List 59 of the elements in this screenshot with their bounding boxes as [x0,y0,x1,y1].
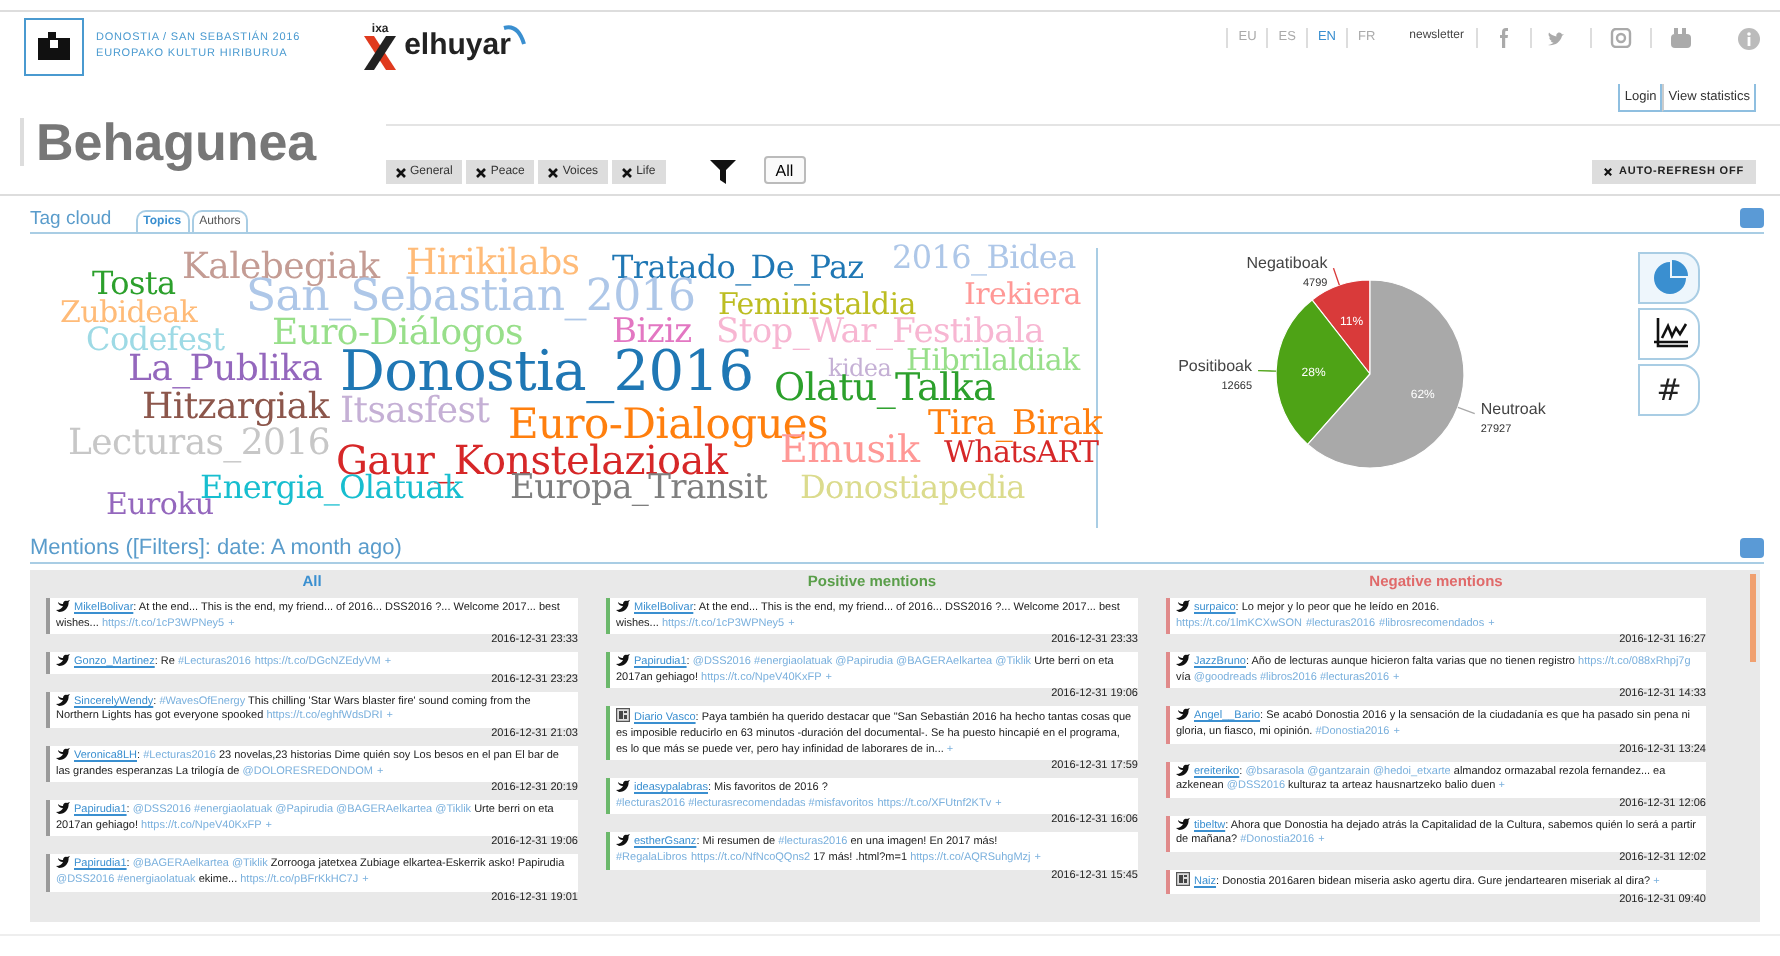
cloud-tag[interactable]: La_Publika [128,354,323,387]
chart-view-tab[interactable]: # [1638,364,1700,416]
line-chart-icon [1651,318,1687,350]
newspaper-icon [1176,871,1190,886]
bird-icon [56,693,70,706]
leader-line [1257,369,1277,372]
cloud-tag[interactable]: Lecturas_2016 [68,428,330,461]
close-icon [396,167,406,177]
minimize-button[interactable] [1740,208,1764,228]
bird-icon [1176,708,1190,721]
close-icon [548,167,559,177]
close-icon [1604,168,1613,176]
slice-label: Positiboak [1178,356,1253,375]
cloud-tag[interactable]: Hitzargiak [142,392,329,425]
slice-label: Negatiboak [1246,254,1328,273]
cloud-tag[interactable]: Tosta [92,270,176,299]
chart-view-tab[interactable] [1638,308,1700,360]
bird-icon [1176,817,1190,830]
logo-icon[interactable] [24,17,84,75]
cloud-tag[interactable]: Irekiera [964,282,1081,309]
bird-icon [56,856,70,869]
bird-icon [1176,763,1190,776]
cloud-tag[interactable]: Stop_War_Festibala [716,318,1044,349]
cloud-tag[interactable]: Feministaldia [718,292,916,319]
bird-icon [56,802,70,815]
scrollbar-thumb[interactable] [1750,574,1756,662]
close-icon [622,167,633,177]
filter-icon[interactable] [709,160,736,184]
cloud-tag[interactable]: Olatu_Talka [774,372,995,407]
section-title: Mentions ([Filters]: date: A month ago) [30,534,402,562]
slice-label: Neutroak [1480,399,1546,418]
cloud-tag[interactable]: Donostiapedia [800,474,1025,503]
bird-icon [616,780,630,793]
bird-icon [56,600,70,612]
bird-icon [56,747,70,760]
section-title: Tag cloud [30,208,112,232]
bird-icon [616,834,630,847]
leader-line [1332,267,1341,286]
brand-name: elhuyar [404,28,511,62]
cloud-tag[interactable]: Zubideak [60,300,198,327]
cloud-tag[interactable]: Codefest [86,326,225,355]
bird-icon [1176,600,1190,612]
cloud-tag[interactable]: Tira_Birak [928,410,1103,441]
info-icon[interactable] [1738,28,1760,50]
newspaper-icon [616,708,630,723]
cloud-tag[interactable]: Biziz [612,318,692,349]
close-icon [476,167,487,177]
bird-icon [616,600,630,612]
cloud-tag[interactable]: 2016_Bidea [892,244,1076,273]
cloud-tag[interactable]: Euro-Diálogos [272,318,523,351]
bird-icon [1176,654,1190,667]
leader-line [1457,406,1476,415]
bird-icon [56,654,70,667]
bird-icon [616,654,630,667]
all-button[interactable]: All [763,156,806,184]
cross-logo-icon [364,35,397,69]
pie-chart-icon [1651,260,1687,296]
cloud-tag[interactable]: WhatsART [944,440,1099,467]
minimize-button[interactable] [1740,538,1764,558]
